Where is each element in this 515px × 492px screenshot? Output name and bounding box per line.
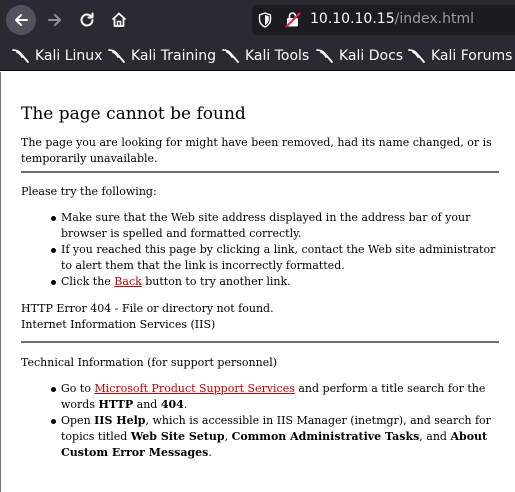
bookmark-kali-linux[interactable]: Kali Linux <box>12 46 102 66</box>
list-item: If you reached this page by clicking a l… <box>21 242 499 274</box>
browser-toolbar: 10.10.10.15/index.html <box>0 0 515 40</box>
home-icon <box>111 12 127 27</box>
kali-dragon-icon <box>408 49 425 63</box>
arrow-left-icon <box>15 14 28 26</box>
divider <box>21 171 499 173</box>
url-host: 10.10.10.15 <box>310 11 395 27</box>
list-item-text: Open <box>61 414 95 427</box>
url-text[interactable]: 10.10.10.15/index.html <box>310 11 474 27</box>
bookmarks-toolbar: Kali Linux Kali Training Kali Tools Kali… <box>0 40 515 71</box>
address-bar[interactable]: 10.10.10.15/index.html <box>252 5 515 35</box>
list-item: Click the Back button to try another lin… <box>21 274 499 290</box>
back-button[interactable] <box>6 5 36 35</box>
list-item-text: Click the <box>61 275 115 288</box>
list-item: Open IIS Help, which is accessible in II… <box>21 413 499 461</box>
list-item-text: If you reached this page by clicking a l… <box>61 243 496 272</box>
bookmark-kali-tools[interactable]: Kali Tools <box>222 46 309 66</box>
list-item-text: and <box>133 398 161 411</box>
back-link[interactable]: Back <box>114 275 141 288</box>
kali-dragon-icon <box>12 49 29 63</box>
intro-text: The page you are looking for might have … <box>21 136 492 165</box>
bookmark-label: Kali Forums <box>431 48 513 64</box>
tech-list: Go to Microsoft Product Support Services… <box>21 381 499 461</box>
bookmark-label: Kali Docs <box>339 48 404 64</box>
kali-dragon-icon <box>108 49 125 63</box>
list-item-text: , <box>224 430 232 443</box>
bookmark-label: Kali Linux <box>35 48 103 64</box>
bold-term: Web Site Setup <box>130 430 225 443</box>
bookmark-kali-training[interactable]: Kali Training <box>108 46 216 66</box>
list-item-text: , and <box>419 430 451 443</box>
reload-button[interactable] <box>72 5 102 35</box>
forward-button[interactable] <box>40 5 70 35</box>
try-heading: Please try the following: <box>21 185 157 198</box>
kali-dragon-icon <box>222 49 239 63</box>
divider <box>21 341 499 343</box>
bookmark-kali-forums[interactable]: Kali Forums <box>408 46 512 66</box>
bold-term: HTTP <box>98 398 134 411</box>
list-item-text: button to try another link. <box>141 275 291 288</box>
reload-icon <box>80 12 94 27</box>
bookmark-label: Kali Training <box>131 48 216 64</box>
bold-term: 404 <box>160 398 184 411</box>
list-item-text: Go to <box>61 382 95 395</box>
home-button[interactable] <box>104 5 134 35</box>
list-item: Go to Microsoft Product Support Services… <box>21 381 499 413</box>
url-path: /index.html <box>394 11 474 27</box>
bookmark-label: Kali Tools <box>245 48 310 64</box>
page-title: The page cannot be found <box>21 104 246 124</box>
try-list: Make sure that the Web site address disp… <box>21 210 499 290</box>
bold-term: Common Administrative Tasks <box>231 430 420 443</box>
list-item-text: . <box>208 446 212 459</box>
support-services-link[interactable]: Microsoft Product Support Services <box>94 382 294 395</box>
bold-term: IIS Help <box>94 414 146 427</box>
list-item-text: . <box>183 398 188 411</box>
tech-heading: Technical Information (for support perso… <box>21 356 278 369</box>
arrow-right-icon <box>48 14 61 26</box>
list-item-text: Make sure that the Web site address disp… <box>61 211 471 240</box>
http-error-line: HTTP Error 404 - File or directory not f… <box>21 302 274 315</box>
list-item: Make sure that the Web site address disp… <box>21 210 499 242</box>
shield-icon[interactable] <box>258 12 272 28</box>
server-line: Internet Information Services (IIS) <box>21 318 216 331</box>
kali-dragon-icon <box>316 49 333 63</box>
insecure-lock-icon[interactable] <box>285 11 301 28</box>
page-content: The page cannot be found The page you ar… <box>0 72 515 492</box>
bookmark-kali-docs[interactable]: Kali Docs <box>316 46 403 66</box>
